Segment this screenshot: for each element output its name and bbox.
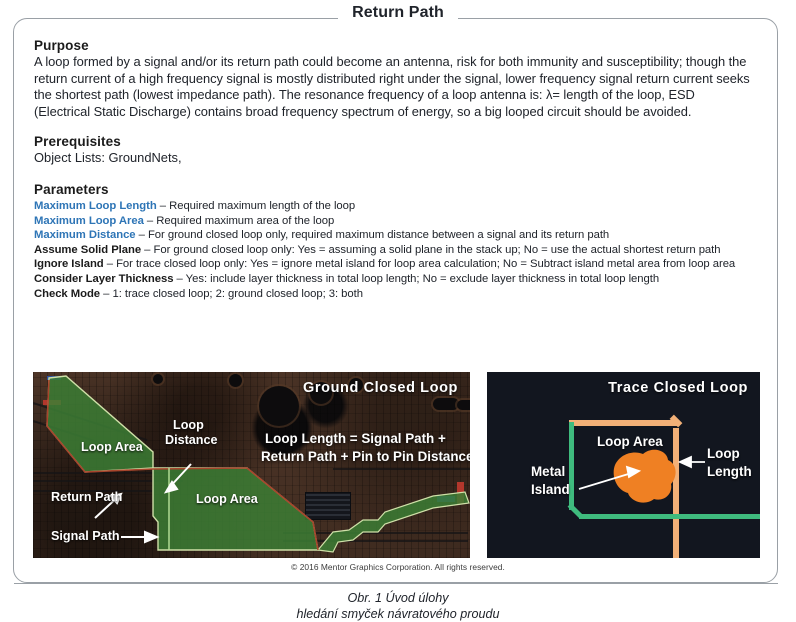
metal-island-arrow-line <box>578 471 636 490</box>
trace-annotation-arrows <box>578 455 705 490</box>
loop-length-arrow-head <box>677 455 692 469</box>
parameter-row: Consider Layer Thickness – Yes: include … <box>34 272 750 287</box>
label-loop-length-line1: Loop <box>707 446 740 461</box>
parameter-name: Maximum Distance <box>34 229 136 242</box>
ground-closed-loop-panel: Ground Closed Loop Loop Area Loop Area L… <box>33 372 470 558</box>
parameters-heading: Parameters <box>34 181 109 197</box>
trace-loop-caption: Trace Closed Loop <box>608 380 748 396</box>
parameter-name: Check Mode <box>34 287 101 300</box>
metal-island-arrow-head <box>625 465 642 479</box>
parameter-description: – Yes: include layer thickness in total … <box>173 272 660 285</box>
parameter-name: Consider Layer Thickness <box>34 272 174 285</box>
parameters-list: Maximum Loop Length – Required maximum l… <box>34 199 750 301</box>
parameter-description: – Required maximum length of the loop <box>156 199 356 212</box>
parameter-name: Maximum Loop Area <box>34 214 144 227</box>
trace-closed-loop-panel: Trace Closed Loop Loop Area Metal Island… <box>487 372 760 558</box>
label-signal-path: Signal Path <box>51 529 120 543</box>
pcb-hole <box>433 398 459 410</box>
parameter-name: Maximum Loop Length <box>34 199 157 212</box>
label-loop-distance-line1: Loop <box>173 418 204 432</box>
pcb-connector <box>305 492 351 520</box>
pad-red <box>43 400 61 405</box>
parameter-row: Maximum Loop Length – Required maximum l… <box>34 199 750 214</box>
label-metal-island-line1: Metal <box>531 464 566 479</box>
pcb-hole <box>153 374 163 384</box>
label-metal-island-line2: Island <box>531 482 570 497</box>
figure-panels: Ground Closed Loop Loop Area Loop Area L… <box>33 372 760 558</box>
document-content: Purpose A loop formed by a signal and/or… <box>34 38 750 301</box>
frame-title: Return Path <box>0 4 796 22</box>
figure-caption-line2: hledání smyček návratového proudu <box>296 607 500 621</box>
label-loop-area-1: Loop Area <box>81 440 143 454</box>
pcb-hole <box>259 386 299 426</box>
pcb-trace <box>33 472 183 474</box>
parameter-row: Maximum Distance – For ground closed loo… <box>34 228 750 243</box>
loop-length-formula-line2: Return Path + Pin to Pin Distance <box>261 449 470 464</box>
parameter-description: – For trace closed loop only: Yes = igno… <box>103 258 736 271</box>
figure-page: Return Path Purpose A loop formed by a s… <box>0 0 796 622</box>
parameter-row: Maximum Loop Area – Required maximum are… <box>34 214 750 229</box>
ground-loop-caption: Ground Closed Loop <box>303 380 458 396</box>
figure-caption-line1: Obr. 1 Úvod úlohy <box>347 591 449 605</box>
bottom-rule <box>14 583 778 584</box>
pad-red <box>457 482 464 504</box>
copyright-text: © 2016 Mentor Graphics Corporation. All … <box>291 562 505 572</box>
parameter-row: Assume Solid Plane – For ground closed l… <box>34 243 750 258</box>
green-trace-corner <box>567 503 583 518</box>
frame-title-text: Return Path <box>338 4 458 21</box>
label-loop-distance-line2: Distance <box>165 433 218 447</box>
parameter-description: – Required maximum area of the loop <box>143 214 335 227</box>
green-trace-bottom <box>579 514 760 519</box>
parameter-row: Check Mode – 1: trace closed loop; 2: gr… <box>34 287 750 302</box>
label-loop-area-2: Loop Area <box>196 492 258 506</box>
prerequisites-text: Object Lists: GroundNets, <box>34 150 182 166</box>
metal-island-shape <box>613 449 676 503</box>
pad-blue <box>437 496 455 502</box>
pcb-hole <box>457 400 470 410</box>
parameter-description: – For ground closed loop only, required … <box>135 229 610 242</box>
orange-trace-right <box>673 428 679 558</box>
purpose-text: A loop formed by a signal and/or its ret… <box>34 54 750 119</box>
parameter-description: – 1: trace closed loop; 2: ground closed… <box>100 287 363 300</box>
pcb-trace <box>283 540 468 542</box>
figure-caption: Obr. 1 Úvod úlohy hledání smyček návrato… <box>0 590 796 622</box>
pcb-trace <box>283 532 468 534</box>
pcb-trace <box>333 468 470 470</box>
parameter-description: – For ground closed loop only: Yes = ass… <box>141 243 721 256</box>
label-loop-length-line2: Length <box>707 464 752 479</box>
orange-trace-top <box>569 420 679 426</box>
pcb-hole <box>229 374 242 387</box>
parameter-row: Ignore Island – For trace closed loop on… <box>34 257 750 272</box>
parameter-name: Assume Solid Plane <box>34 243 142 256</box>
parameter-name: Ignore Island <box>34 258 104 271</box>
label-return-path: Return Path <box>51 490 123 504</box>
prerequisites-heading: Prerequisites <box>34 134 121 150</box>
label-trace-loop-area: Loop Area <box>597 434 663 449</box>
purpose-heading: Purpose <box>34 38 89 53</box>
pad-blue <box>47 376 61 380</box>
loop-length-formula-line1: Loop Length = Signal Path + <box>265 431 446 446</box>
pcb-trace <box>33 480 183 482</box>
